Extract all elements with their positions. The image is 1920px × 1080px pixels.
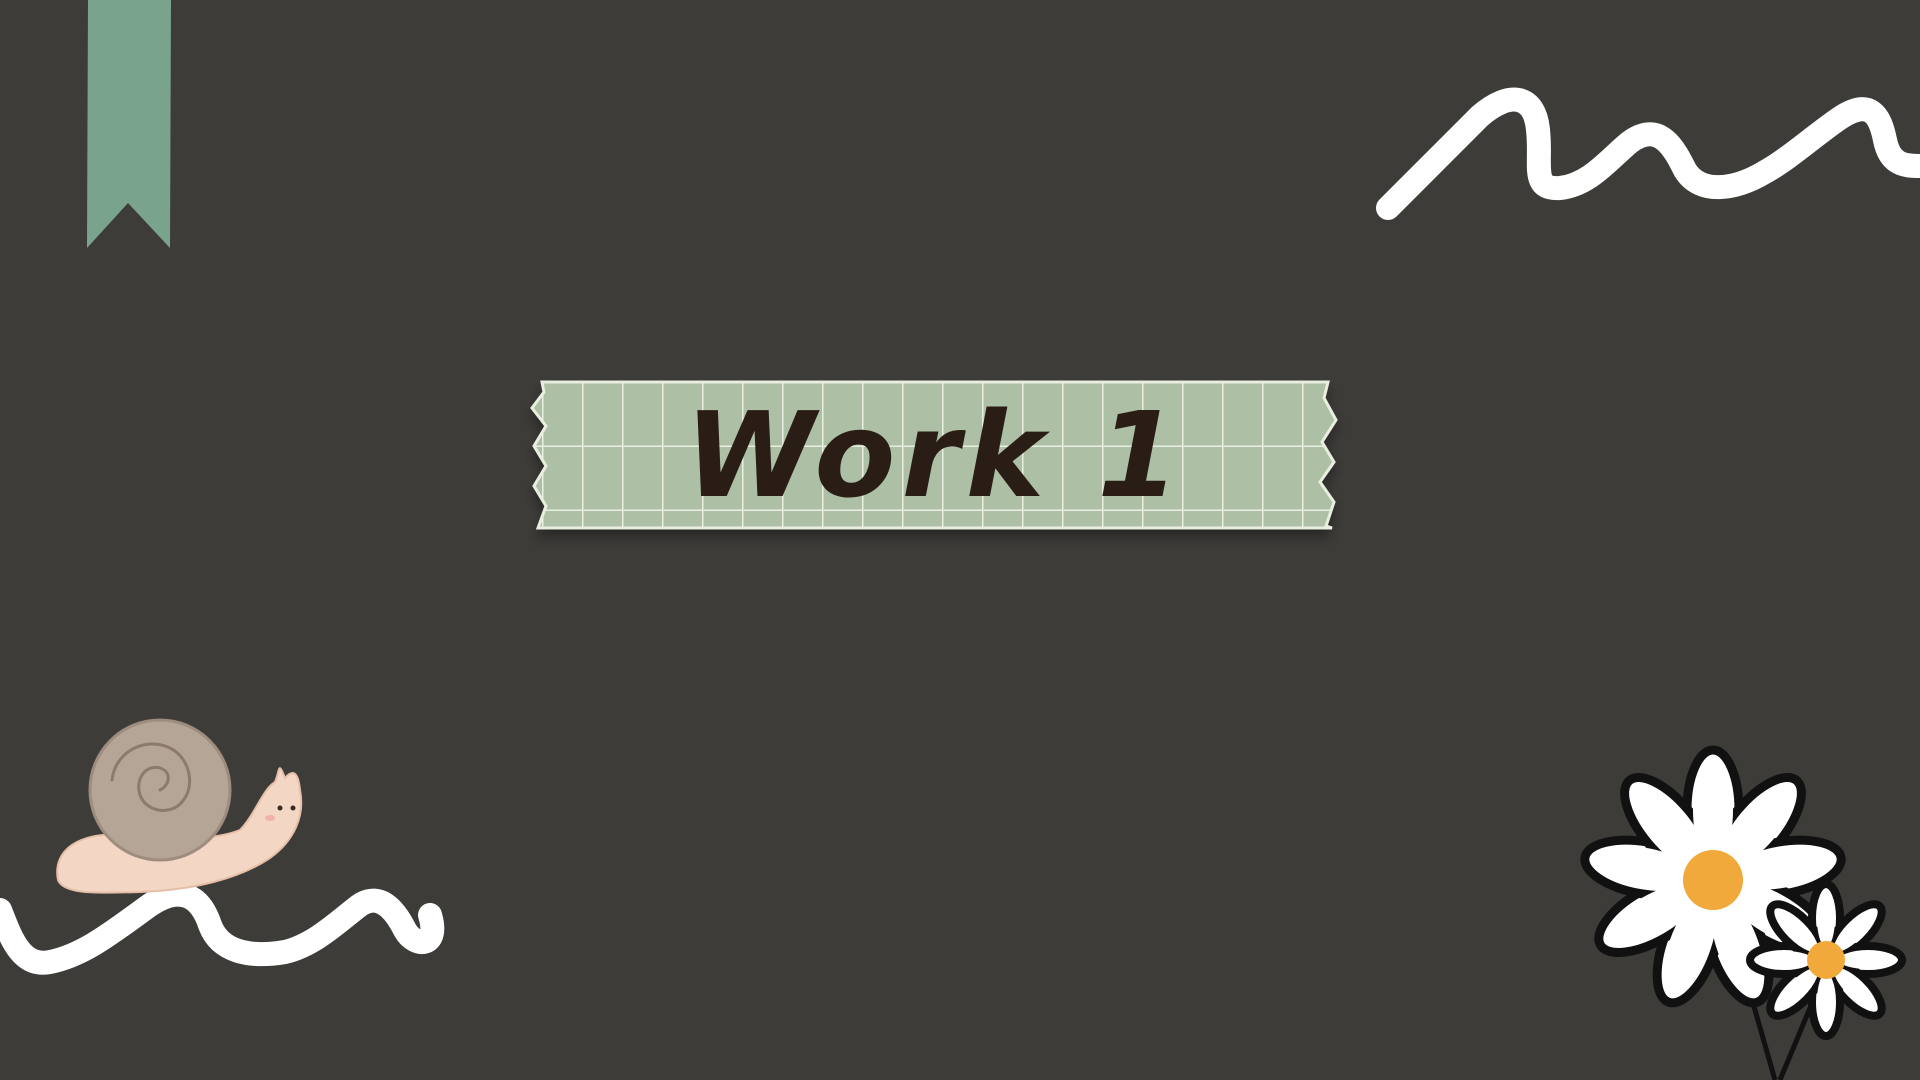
slide-canvas: Work 1 [0, 0, 1920, 1080]
daisy-flowers-illustration [1580, 745, 1906, 1080]
